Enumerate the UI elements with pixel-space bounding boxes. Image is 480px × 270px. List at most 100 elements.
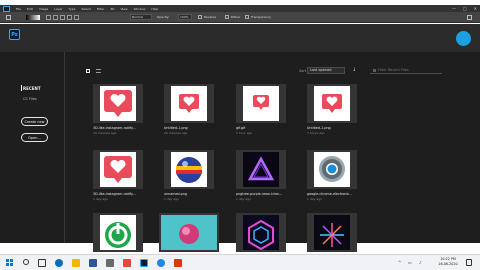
- edge-icon[interactable]: [55, 259, 63, 267]
- file-name: google-chrome-electronic...: [307, 192, 353, 196]
- open-button[interactable]: Open...: [21, 133, 48, 142]
- file-card[interactable]: 3D-like-instagram-notify... 19 minutes a…: [93, 84, 143, 139]
- file-thumbnail[interactable]: [93, 84, 143, 123]
- cloud-account-icon[interactable]: [456, 31, 471, 46]
- minimize-button[interactable]: —: [452, 6, 456, 11]
- media-app-icon[interactable]: [123, 259, 131, 267]
- mode-value: Normal: [132, 15, 143, 19]
- battery-icon[interactable]: ▭: [408, 260, 412, 265]
- filter-input[interactable]: Filter Recent Files: [370, 67, 442, 74]
- file-thumbnail[interactable]: [164, 84, 214, 123]
- menu-layer[interactable]: Layer: [54, 7, 62, 11]
- linear-gradient-icon[interactable]: [46, 15, 51, 20]
- opacity-field[interactable]: 100%: [178, 14, 192, 20]
- menu-file[interactable]: File: [16, 7, 21, 11]
- menu-3d[interactable]: 3D: [110, 7, 114, 11]
- file-card[interactable]: Untitled-1.png 7 hours ago: [307, 84, 357, 139]
- thumbnail-image: [100, 152, 136, 187]
- ps-logo: Ps: [9, 29, 20, 40]
- file-card[interactable]: Untitled-1.png 20 minutes ago: [164, 84, 214, 139]
- windows-start-icon[interactable]: [6, 259, 13, 266]
- file-card[interactable]: 3D-like-instagram-notify... 1 day ago: [93, 150, 143, 205]
- search-icon[interactable]: [23, 259, 29, 265]
- opacity-label: Opacity:: [157, 15, 170, 19]
- file-date: 1 day ago: [93, 197, 108, 201]
- radial-gradient-icon[interactable]: [53, 15, 58, 20]
- file-name: pngtree-purple-neon-trian...: [236, 192, 283, 196]
- home-icon[interactable]: [6, 15, 11, 20]
- grid-view-icon[interactable]: [86, 69, 90, 73]
- transparency-checkbox[interactable]: [245, 15, 249, 19]
- menu-image[interactable]: Image: [39, 7, 48, 11]
- file-thumbnail[interactable]: [93, 150, 143, 189]
- file-card[interactable]: google-chrome-electronic... 1 day ago: [307, 150, 357, 205]
- reverse-checkbox[interactable]: [198, 15, 202, 19]
- file-date: 1 day ago: [307, 197, 322, 201]
- sidebar-item-cc-files[interactable]: CC Files: [23, 97, 37, 101]
- thumbnail-image: [243, 215, 279, 251]
- screen: File Edit Image Layer Type Select Filter…: [0, 0, 480, 270]
- file-name: 3D-like-instagram-notify...: [93, 126, 136, 130]
- home-header: Ps: [0, 24, 480, 52]
- reverse-label: Reverse: [204, 15, 217, 19]
- thumbnail-image: [171, 152, 207, 187]
- sidebar-item-recent[interactable]: RECENT: [23, 86, 41, 91]
- diamond-gradient-icon[interactable]: [74, 15, 79, 20]
- file-thumbnail[interactable]: [159, 213, 219, 252]
- menu-window[interactable]: Window: [134, 7, 146, 11]
- sort-select[interactable]: Last opened: [307, 67, 345, 74]
- office-icon[interactable]: [174, 259, 182, 267]
- file-thumbnail[interactable]: [236, 84, 286, 123]
- menu-edit[interactable]: Edit: [27, 7, 33, 11]
- clock[interactable]: 10:22 PM 16-06-2020: [436, 257, 460, 267]
- file-thumbnail[interactable]: [236, 213, 286, 252]
- browser-icon[interactable]: [157, 259, 165, 267]
- menu-type[interactable]: Type: [69, 7, 76, 11]
- dither-checkbox[interactable]: [225, 15, 229, 19]
- mode-select[interactable]: Normal: [130, 14, 152, 20]
- file-thumbnail[interactable]: [307, 213, 357, 252]
- file-thumbnail[interactable]: [164, 150, 214, 189]
- file-card[interactable]: unnamed.png 1 day ago: [164, 150, 214, 205]
- file-thumbnail[interactable]: [93, 213, 143, 252]
- file-thumbnail[interactable]: [307, 150, 357, 189]
- home-screen: Ps RECENT CC Files Create new Open... So…: [0, 24, 480, 252]
- sidebar-divider: [64, 52, 65, 243]
- file-thumbnail[interactable]: [236, 150, 286, 189]
- gradient-picker[interactable]: [26, 15, 40, 20]
- app-icon[interactable]: [106, 259, 114, 267]
- tray-chevron-icon[interactable]: ^: [398, 260, 401, 265]
- menu-view[interactable]: View: [120, 7, 127, 11]
- maximize-button[interactable]: □: [463, 6, 467, 11]
- file-date: 20 minutes ago: [164, 131, 188, 135]
- sort-direction-icon[interactable]: ↓: [352, 67, 356, 73]
- menu-select[interactable]: Select: [82, 7, 91, 11]
- file-card[interactable]: pngtree-purple-neon-trian... 1 day ago: [236, 150, 286, 205]
- store-icon[interactable]: [89, 259, 97, 267]
- ps-app-icon: [3, 5, 10, 12]
- file-card[interactable]: gif.gif 1 hour ago: [236, 84, 286, 139]
- file-name: gif.gif: [236, 126, 246, 130]
- volume-icon[interactable]: ♪: [419, 260, 422, 265]
- angle-gradient-icon[interactable]: [60, 15, 65, 20]
- reflected-gradient-icon[interactable]: [67, 15, 72, 20]
- create-new-button[interactable]: Create new: [21, 117, 48, 126]
- photoshop-taskbar-icon[interactable]: [140, 259, 148, 267]
- close-button[interactable]: ✕: [474, 6, 477, 11]
- file-name: Untitled-1.png: [307, 126, 331, 130]
- list-view-icon[interactable]: [96, 69, 101, 73]
- file-thumbnail[interactable]: [307, 84, 357, 123]
- file-date: 1 hour ago: [236, 131, 253, 135]
- thumbnail-image: [100, 86, 136, 121]
- file-explorer-icon[interactable]: [72, 259, 80, 267]
- file-date: 7 hours ago: [307, 131, 325, 135]
- file-name: unnamed.png: [164, 192, 187, 196]
- file-date: 1 day ago: [236, 197, 251, 201]
- menu-filter[interactable]: Filter: [97, 7, 104, 11]
- menu-help[interactable]: Help: [151, 7, 158, 11]
- workspace-icon[interactable]: [467, 15, 472, 20]
- notification-icon[interactable]: [466, 259, 472, 266]
- sort-label: Sort: [299, 69, 307, 73]
- taskbar: ^ ▭ ♪ 10:22 PM 16-06-2020: [0, 254, 480, 270]
- task-view-icon[interactable]: [38, 259, 46, 267]
